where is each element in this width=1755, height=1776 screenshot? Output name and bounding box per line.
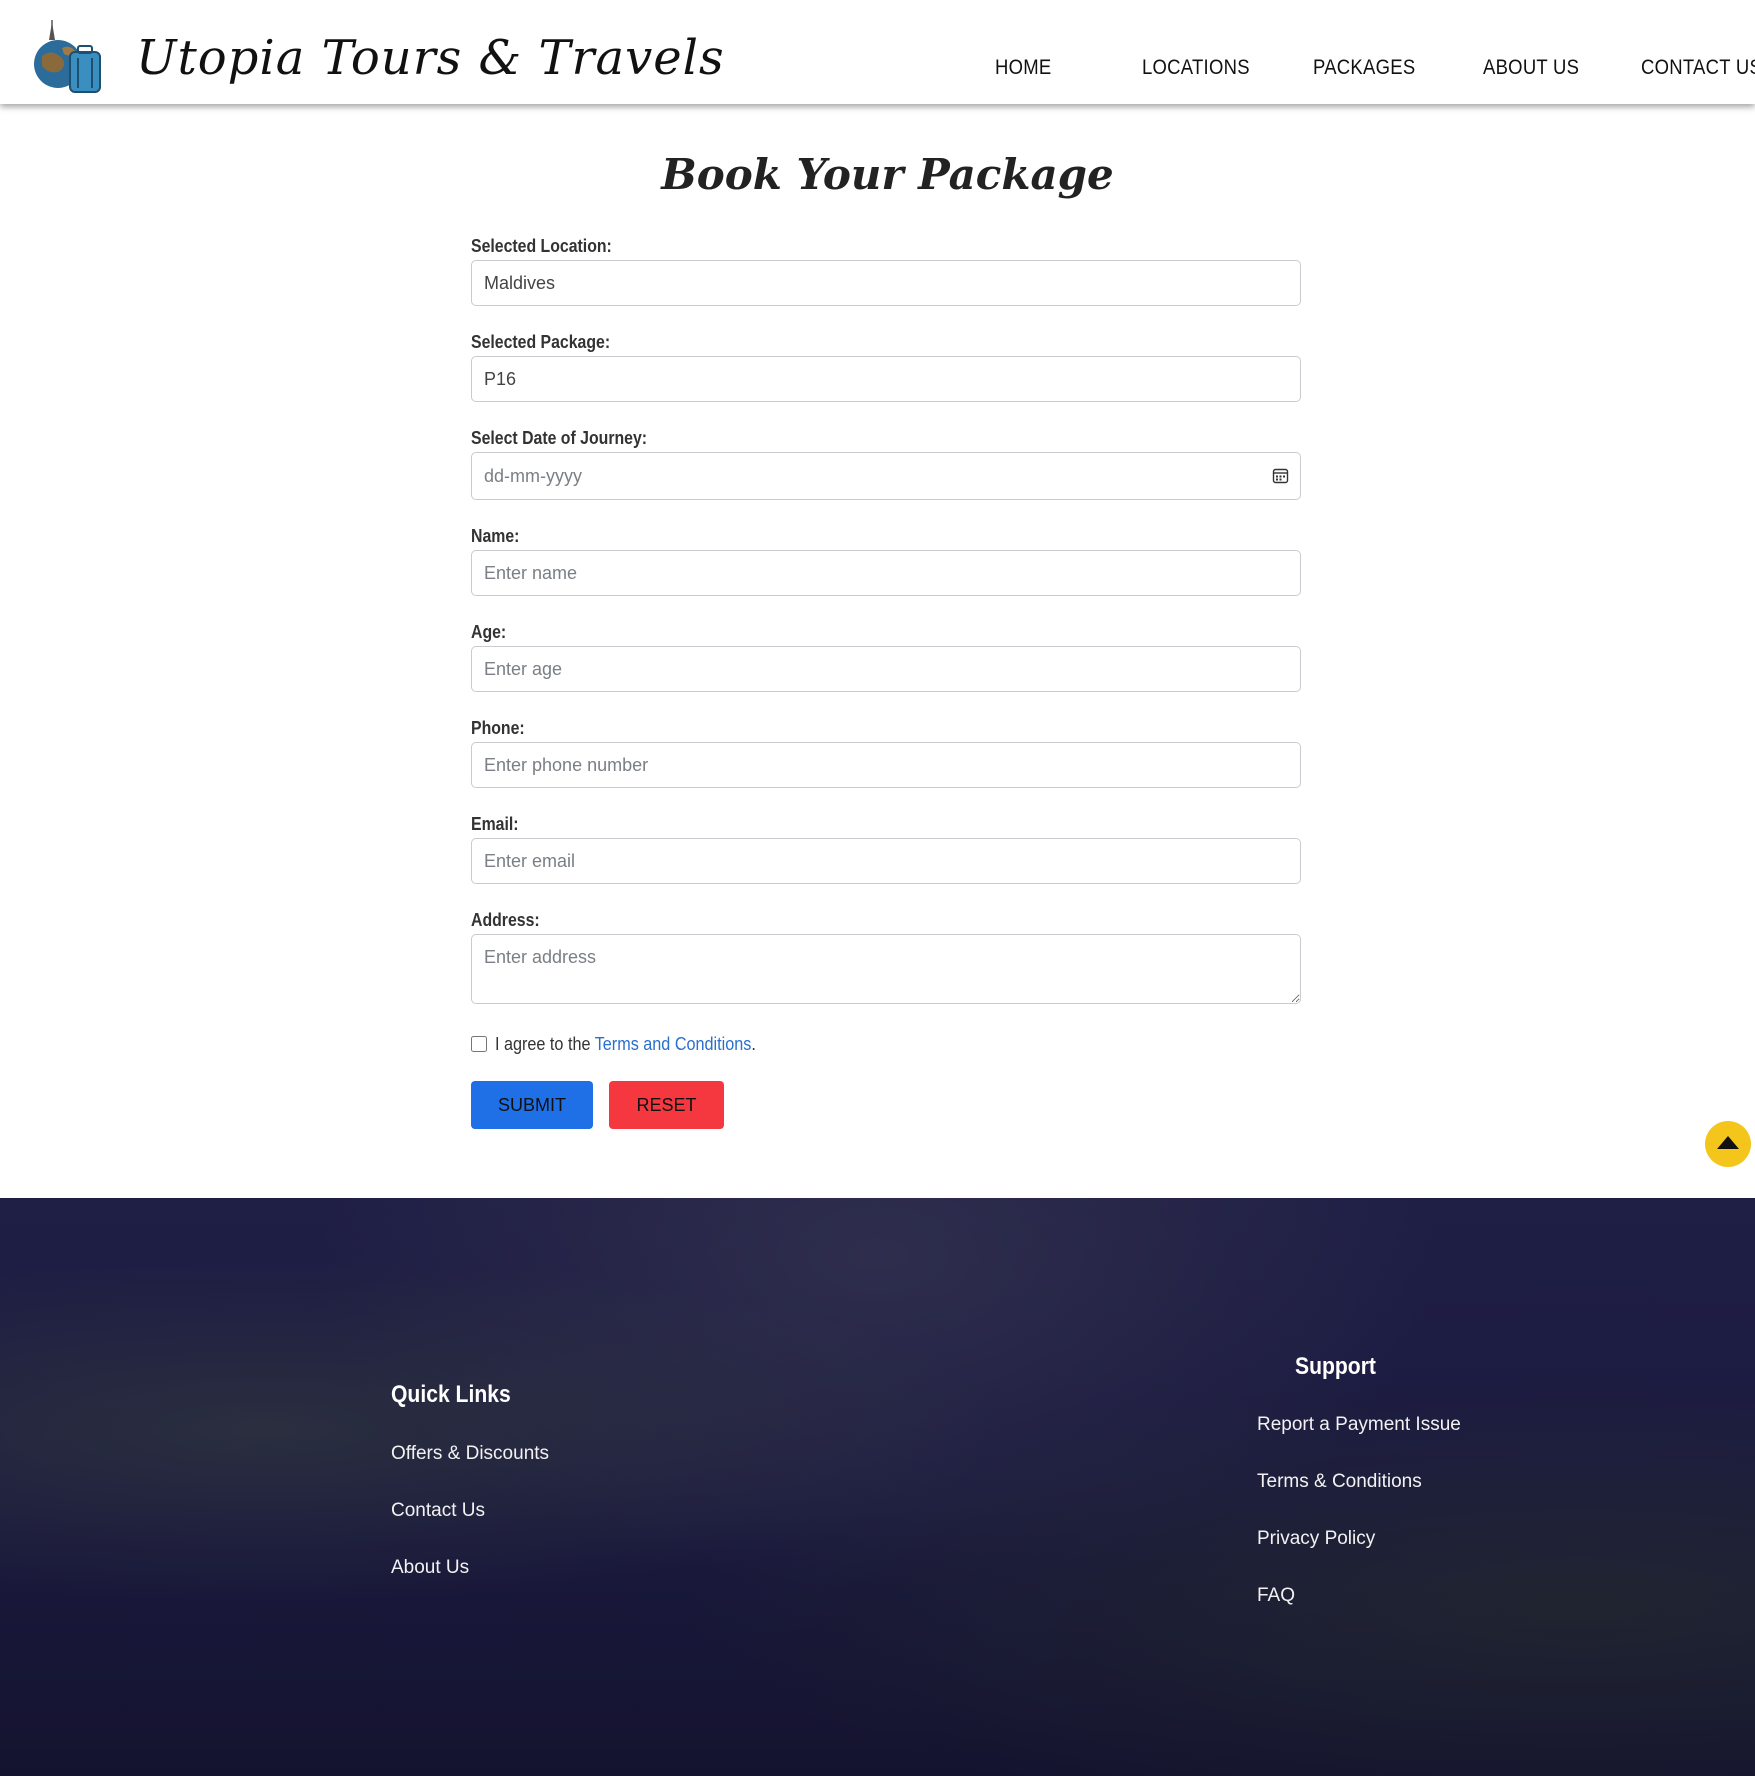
terms-checkbox[interactable] (471, 1036, 487, 1052)
name-field: Name: (471, 522, 1303, 618)
email-input[interactable] (471, 838, 1301, 884)
booking-form: Selected Location: Selected Package: Sel… (471, 232, 1303, 1004)
site-footer: Quick Links Offers & Discounts Contact U… (0, 1198, 1755, 1776)
terms-suffix: . (751, 1034, 756, 1054)
phone-input[interactable] (471, 742, 1301, 788)
footer-link-contact[interactable]: Contact Us (391, 1500, 485, 1522)
support-heading: Support (1295, 1353, 1376, 1380)
nav-about-us[interactable]: ABOUT US (1483, 56, 1579, 80)
phone-label: Phone: (471, 718, 525, 738)
address-field: Address: (471, 906, 1303, 1004)
footer-link-offers[interactable]: Offers & Discounts (391, 1443, 549, 1465)
email-field: Email: (471, 810, 1303, 906)
name-label: Name: (471, 526, 520, 546)
nav-packages[interactable]: PACKAGES (1313, 56, 1415, 80)
age-label: Age: (471, 622, 507, 642)
footer-link-privacy[interactable]: Privacy Policy (1257, 1528, 1375, 1550)
page-title: Book Your Package (661, 150, 1114, 199)
terms-prefix: I agree to the (495, 1034, 595, 1054)
email-label: Email: (471, 814, 519, 834)
calendar-icon[interactable] (1272, 467, 1289, 484)
footer-link-payment-issue[interactable]: Report a Payment Issue (1257, 1414, 1461, 1436)
location-label: Selected Location: (471, 236, 612, 256)
brand-name[interactable]: Utopia Tours & Travels (136, 30, 725, 86)
location-field: Selected Location: (471, 232, 1303, 328)
terms-label: I agree to the Terms and Conditions. (495, 1034, 756, 1055)
phone-field: Phone: (471, 714, 1303, 810)
submit-button[interactable]: SUBMIT (471, 1081, 593, 1129)
nav-home[interactable]: HOME (995, 56, 1051, 80)
reset-button[interactable]: RESET (609, 1081, 724, 1129)
footer-link-about[interactable]: About Us (391, 1557, 469, 1579)
quick-links-heading: Quick Links (391, 1381, 511, 1408)
footer-link-faq[interactable]: FAQ (1257, 1585, 1295, 1607)
nav-locations[interactable]: LOCATIONS (1142, 56, 1250, 80)
date-field: Select Date of Journey: (471, 424, 1303, 522)
address-textarea[interactable] (471, 934, 1301, 1004)
age-field: Age: (471, 618, 1303, 714)
name-input[interactable] (471, 550, 1301, 596)
footer-link-terms[interactable]: Terms & Conditions (1257, 1471, 1422, 1493)
date-input[interactable] (471, 452, 1301, 500)
package-label: Selected Package: (471, 332, 611, 352)
package-input[interactable] (471, 356, 1301, 402)
location-input[interactable] (471, 260, 1301, 306)
age-input[interactable] (471, 646, 1301, 692)
terms-link[interactable]: Terms and Conditions (595, 1034, 752, 1054)
address-label: Address: (471, 910, 540, 930)
package-field: Selected Package: (471, 328, 1303, 424)
globe-luggage-logo[interactable] (28, 18, 108, 98)
scroll-to-top-button[interactable] (1705, 1121, 1751, 1167)
terms-agreement: I agree to the Terms and Conditions. (471, 1034, 785, 1055)
nav-contact-us[interactable]: CONTACT US (1641, 56, 1755, 80)
site-header: Utopia Tours & Travels HOME LOCATIONS PA… (0, 0, 1755, 104)
date-label: Select Date of Journey: (471, 428, 648, 448)
